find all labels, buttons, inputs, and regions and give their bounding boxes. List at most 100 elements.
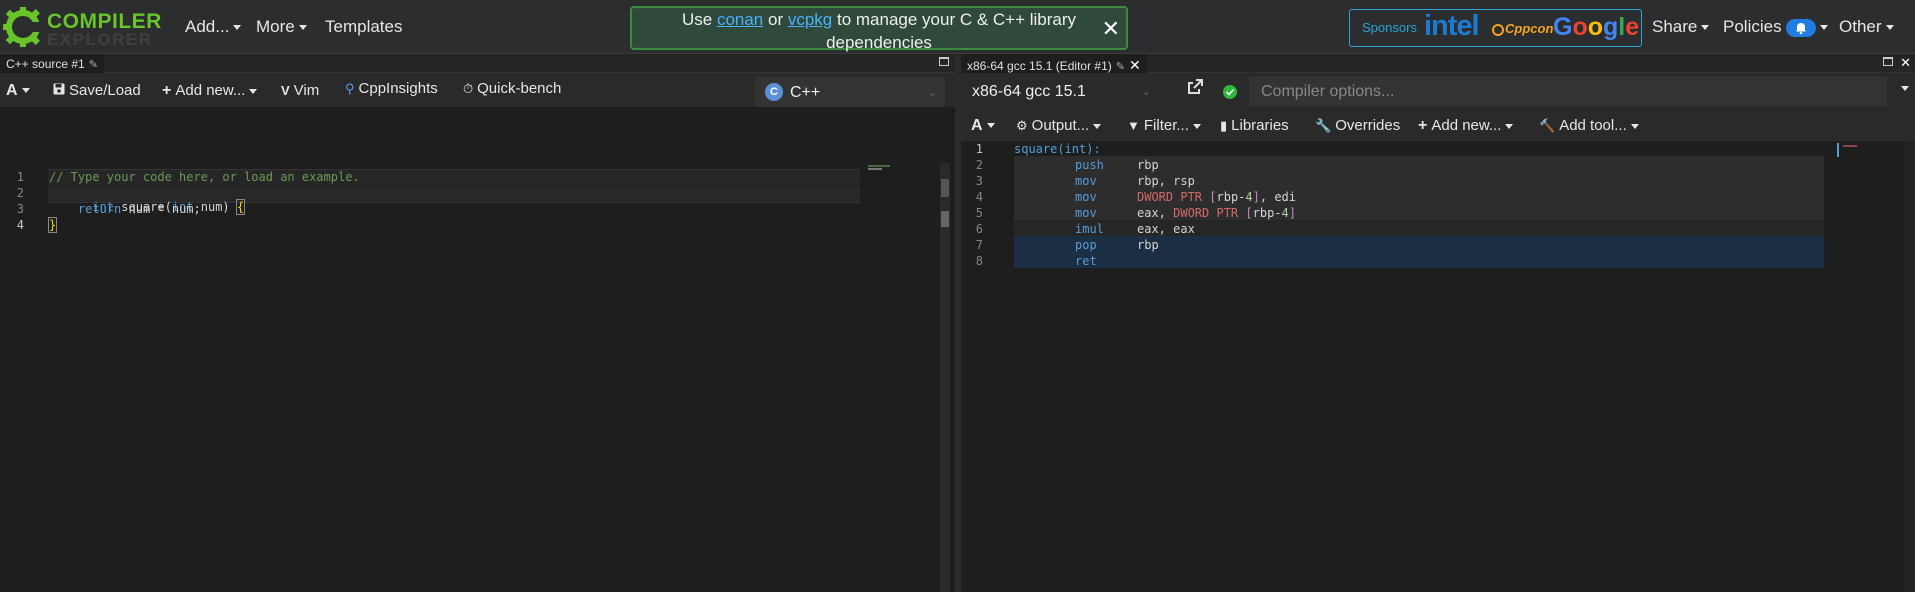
close-icon[interactable]: ✕	[1129, 57, 1141, 73]
compiler-tabbar: x86-64 gcc 15.1 (Editor #1) ✎ ✕ ✕	[961, 54, 1915, 73]
overrides-button[interactable]: 🔧 Overrides	[1315, 117, 1400, 134]
cpp-logo-icon: C	[765, 83, 783, 101]
vim-label: Vim	[293, 82, 320, 99]
cppcon-sponsor-logo[interactable]: Cppcon	[1492, 21, 1553, 36]
add-menu[interactable]: Add...	[185, 17, 242, 37]
line-number: 3	[16, 202, 24, 216]
cppinsights-label: CppInsights	[358, 80, 438, 97]
top-navbar: COMPILER EXPLORER Add... More Templates …	[0, 0, 1915, 54]
libraries-button[interactable]: ▮ Libraries	[1220, 117, 1289, 134]
line-number: 2	[16, 186, 24, 200]
caret-down-icon	[1819, 25, 1828, 31]
popout-icon[interactable]	[1183, 77, 1207, 105]
wrench-icon: 🔧	[1315, 118, 1332, 133]
intel-sponsor-logo[interactable]: intel	[1424, 10, 1480, 43]
save-load-button[interactable]: Save/Load	[53, 82, 141, 99]
package-manager-alert: Use conan or vcpkg to manage your C & C+…	[630, 6, 1128, 52]
add-tool-button[interactable]: 🔨 Add tool...	[1539, 117, 1639, 134]
status-ok-icon[interactable]	[1223, 85, 1237, 99]
asm-label: square(int):	[1014, 142, 1101, 156]
close-pane-icon[interactable]: ✕	[1900, 55, 1911, 71]
add-new-label: Add new...	[1431, 117, 1502, 134]
tab-compiler-label: x86-64 gcc 15.1 (Editor #1)	[967, 59, 1112, 73]
sponsors-box[interactable]: Sponsors intel Cppcon Google	[1349, 9, 1642, 47]
language-select[interactable]: C C++ ⌄	[755, 77, 945, 107]
font-size-button[interactable]: A	[971, 117, 995, 135]
conan-link[interactable]: conan	[717, 10, 763, 29]
asm-highlight-block	[1014, 220, 1824, 236]
google-sponsor-logo[interactable]: Google	[1553, 13, 1639, 42]
vim-icon: V	[281, 83, 290, 98]
scrollbar-marker	[941, 211, 949, 227]
line-number: 7	[975, 238, 983, 252]
brace: }	[47, 217, 58, 233]
compiler-explorer-logo[interactable]: COMPILER EXPLORER	[2, 6, 161, 49]
bell-icon	[1785, 18, 1816, 37]
maximise-icon[interactable]	[939, 57, 949, 66]
filter-icon: ▼	[1127, 118, 1140, 133]
caret-down-icon	[1701, 25, 1710, 31]
line-number: 6	[975, 222, 983, 236]
chevron-down-icon: ⌄	[927, 87, 937, 99]
policies-menu[interactable]: Policies	[1723, 17, 1828, 37]
compiler-select[interactable]: x86-64 gcc 15.1 ⌄	[969, 76, 1155, 106]
tab-compiler[interactable]: x86-64 gcc 15.1 (Editor #1) ✎ ✕	[961, 54, 1147, 73]
compiler-options-input[interactable]: Compiler options...	[1249, 76, 1887, 106]
vcpkg-link[interactable]: vcpkg	[788, 10, 832, 29]
caret-down-icon	[21, 88, 30, 94]
asm-operands: eax, eax	[1137, 222, 1195, 236]
caret-down-icon[interactable]	[1901, 86, 1909, 91]
asm-operands: rbp, rsp	[1137, 174, 1195, 188]
asm-mnemonic: mov	[1075, 206, 1097, 220]
add-new-label: Add new...	[175, 82, 246, 99]
floppy-disk-icon	[53, 83, 65, 98]
pencil-icon[interactable]: ✎	[1116, 61, 1125, 73]
filter-menu[interactable]: ▼ Filter...	[1127, 117, 1201, 134]
other-menu[interactable]: Other	[1839, 17, 1894, 37]
vim-toggle[interactable]: V Vim	[281, 82, 319, 99]
maximise-icon[interactable]	[1883, 57, 1893, 66]
asm-highlight-block	[1014, 156, 1824, 220]
vertical-scrollbar[interactable]	[1904, 141, 1915, 592]
quick-bench-button[interactable]: ⏱ Quick-bench	[463, 80, 561, 97]
font-size-button[interactable]: A	[6, 82, 30, 100]
compiler-toolbar: A ⚙ Output... ▼ Filter... ▮ Libraries 🔧 Over…	[961, 109, 1915, 141]
filter-label: Filter...	[1143, 117, 1189, 134]
tab-cpp-source-label: C++ source #1	[6, 57, 85, 71]
magnifier-icon: ⚲	[345, 81, 355, 96]
more-menu[interactable]: More	[256, 17, 307, 37]
pencil-icon[interactable]: ✎	[89, 59, 98, 71]
caret-down-icon	[298, 25, 307, 31]
minimap[interactable]	[1837, 143, 1863, 157]
templates-label: Templates	[325, 17, 403, 36]
close-icon[interactable]: ✕	[1102, 18, 1120, 40]
asm-mnemonic: mov	[1075, 174, 1097, 188]
share-menu[interactable]: Share	[1652, 17, 1710, 37]
output-menu[interactable]: ⚙ Output...	[1016, 117, 1102, 134]
templates-link[interactable]: Templates	[325, 17, 402, 37]
add-new-button[interactable]: + Add new...	[1418, 117, 1514, 135]
assembly-output[interactable]: 1 2 3 4 5 6 7 8 square(int): push rbp mov…	[961, 141, 1915, 592]
share-label: Share	[1652, 17, 1698, 36]
alert-text-pre: Use	[681, 10, 717, 29]
asm-mnemonic: mov	[1075, 190, 1097, 204]
caret-down-icon	[986, 123, 995, 129]
caret-down-icon	[233, 25, 242, 31]
other-label: Other	[1839, 17, 1882, 36]
vertical-scrollbar[interactable]	[940, 163, 950, 592]
source-code-editor[interactable]: 1 2 3 4 // Type your code here, or load …	[0, 107, 955, 592]
tab-cpp-source[interactable]: C++ source #1 ✎	[0, 54, 104, 73]
cppinsights-button[interactable]: ⚲ CppInsights	[345, 80, 438, 97]
caret-down-icon	[249, 88, 258, 94]
gear-icon: ⚙	[1016, 118, 1028, 133]
line-number: 3	[975, 174, 983, 188]
caret-down-icon	[1192, 123, 1201, 129]
source-tabbar: C++ source #1 ✎	[0, 54, 955, 73]
asm-mnemonic: push	[1075, 158, 1104, 172]
asm-operands: DWORD PTR [rbp-4], edi	[1137, 190, 1296, 204]
plus-icon: +	[162, 82, 172, 99]
minimap[interactable]	[868, 165, 892, 173]
add-new-button[interactable]: + Add new...	[162, 82, 258, 100]
scrollbar-thumb[interactable]	[941, 179, 949, 197]
asm-operands: rbp	[1137, 238, 1159, 252]
